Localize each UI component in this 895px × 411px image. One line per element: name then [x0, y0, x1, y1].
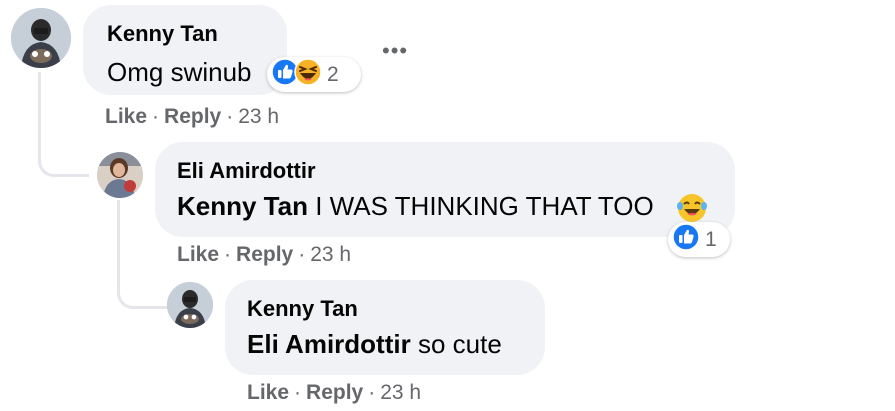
reply-button[interactable]: Reply [236, 243, 293, 266]
reaction-count: 2 [327, 62, 339, 86]
comment-bubble: Kenny Tan Eli Amirdottir so cute [225, 280, 545, 375]
comment-body: so cute [417, 329, 502, 359]
like-icon [672, 223, 700, 256]
reaction-summary[interactable]: 1 [668, 222, 730, 257]
avatar[interactable] [11, 8, 71, 68]
reply-button[interactable]: Reply [164, 105, 221, 128]
comment-body: I WAS THINKING THAT TOO [315, 191, 654, 221]
timestamp[interactable]: 23 h [238, 105, 279, 128]
thread-connector-line [38, 72, 89, 177]
haha-icon [294, 58, 322, 91]
profile-photo [167, 282, 213, 328]
comment-text: Omg swinub [107, 57, 252, 88]
like-button[interactable]: Like [105, 105, 147, 128]
comment-author[interactable]: Eli Amirdottir [177, 158, 316, 184]
comment-actions: Like · Reply · 23 h [247, 381, 421, 405]
like-button[interactable]: Like [177, 243, 219, 266]
like-button[interactable]: Like [247, 381, 289, 404]
mention-link[interactable]: Eli Amirdottir [247, 329, 411, 359]
comment-bubble: Eli Amirdottir Kenny Tan I WAS THINKING … [155, 142, 735, 237]
comment-bubble: Kenny Tan Omg swinub [83, 5, 287, 95]
more-options-button[interactable]: ••• [382, 38, 408, 64]
reaction-count: 1 [705, 227, 717, 251]
comment-author[interactable]: Kenny Tan [107, 21, 218, 47]
mention-link[interactable]: Kenny Tan [177, 191, 308, 221]
separator: · [226, 105, 234, 128]
separator: · [298, 243, 306, 266]
separator: · [368, 381, 376, 404]
profile-photo [11, 8, 71, 68]
comment-text: Eli Amirdottir so cute [247, 329, 502, 360]
separator: · [294, 381, 302, 404]
comment-actions: Like · Reply · 23 h [177, 243, 351, 267]
avatar[interactable] [97, 152, 143, 198]
comment-body: Omg swinub [107, 57, 252, 87]
timestamp[interactable]: 23 h [380, 381, 421, 404]
reply-button[interactable]: Reply [306, 381, 363, 404]
comment-author[interactable]: Kenny Tan [247, 296, 358, 322]
avatar[interactable] [167, 282, 213, 328]
separator: · [224, 243, 232, 266]
timestamp[interactable]: 23 h [310, 243, 351, 266]
reaction-summary[interactable]: 2 [267, 57, 361, 92]
comment-actions: Like · Reply · 23 h [105, 105, 279, 129]
thread-connector-line [117, 260, 168, 309]
separator: · [152, 105, 160, 128]
profile-photo [97, 152, 143, 198]
comment-text: Kenny Tan I WAS THINKING THAT TOO [177, 191, 654, 222]
